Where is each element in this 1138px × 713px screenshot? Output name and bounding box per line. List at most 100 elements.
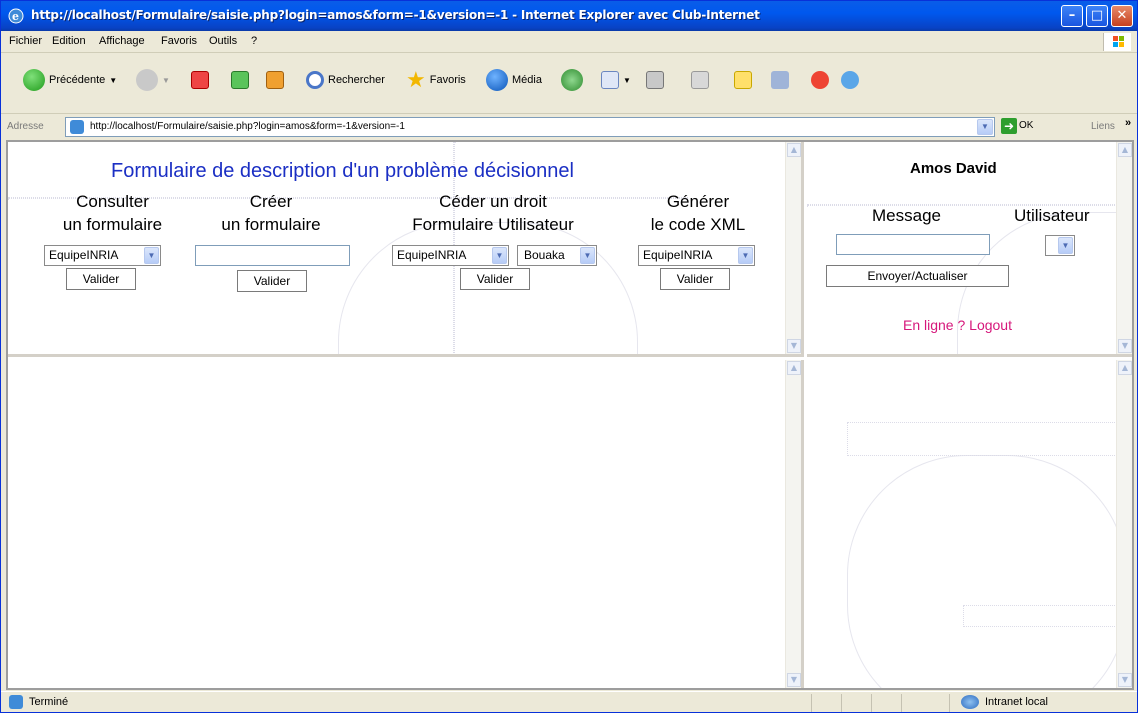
- menu-edition[interactable]: Edition: [52, 35, 86, 47]
- cede-user-select[interactable]: Bouaka ▼: [517, 245, 597, 266]
- create-form-input[interactable]: [195, 245, 350, 266]
- generate-heading-line1: Générer: [666, 192, 730, 211]
- menu-favoris[interactable]: Favoris: [161, 35, 197, 47]
- scroll-down-icon[interactable]: ▼: [1118, 673, 1132, 687]
- media-icon: [486, 69, 508, 91]
- status-text: Terminé: [29, 696, 69, 708]
- minimize-button[interactable]: –: [1061, 5, 1083, 27]
- main-frame-scrollbar[interactable]: ▲ ▼: [785, 360, 801, 688]
- generate-validate-button[interactable]: Valider: [660, 268, 730, 290]
- generate-form-select[interactable]: EquipeINRIA ▼: [638, 245, 755, 266]
- side-frame: ▲ ▼: [807, 360, 1132, 688]
- consult-validate-button[interactable]: Valider: [66, 268, 136, 290]
- cede-heading-line2: Formulaire Utilisateur: [412, 215, 574, 234]
- messenger-button[interactable]: [811, 67, 829, 93]
- chevron-down-icon: ▼: [580, 247, 595, 264]
- back-label: Précédente: [49, 74, 106, 86]
- background-arc: [847, 455, 1127, 688]
- frameset: Formulaire de description d'un problème …: [6, 140, 1134, 690]
- close-button[interactable]: ✕: [1111, 5, 1133, 27]
- consult-form-select-value: EquipeINRIA: [49, 248, 119, 262]
- chevron-down-icon: ▼: [162, 75, 170, 85]
- links-label[interactable]: Liens: [1091, 121, 1115, 132]
- chevron-down-icon: ▼: [738, 247, 753, 264]
- menu-affichage[interactable]: Affichage: [99, 35, 145, 47]
- home-button[interactable]: [266, 67, 284, 93]
- refresh-button[interactable]: [231, 67, 249, 93]
- stop-button[interactable]: [191, 67, 209, 93]
- background-line: [847, 422, 1117, 456]
- menu-outils[interactable]: Outils: [209, 35, 237, 47]
- send-refresh-button[interactable]: Envoyer/Actualiser: [826, 265, 1009, 287]
- user-label: Utilisateur: [1014, 206, 1090, 225]
- history-button[interactable]: [561, 67, 583, 93]
- print-button[interactable]: [646, 67, 664, 93]
- mail-button[interactable]: ▼: [601, 67, 631, 93]
- forward-button[interactable]: ▼: [136, 67, 170, 93]
- notes-button[interactable]: [734, 67, 752, 93]
- online-logout-link[interactable]: En ligne ? Logout: [903, 317, 1012, 333]
- menu-fichier[interactable]: Fichier: [9, 35, 42, 47]
- cede-form-select-value: EquipeINRIA: [397, 248, 467, 262]
- window-title: http://localhost/Formulaire/saisie.php?l…: [31, 8, 760, 22]
- scroll-down-icon[interactable]: ▼: [787, 339, 801, 353]
- maximize-button[interactable]: □: [1086, 5, 1108, 27]
- status-divider: [841, 694, 842, 712]
- consult-form-select[interactable]: EquipeINRIA ▼: [44, 245, 161, 266]
- cede-user-select-value: Bouaka: [524, 248, 565, 262]
- search-button[interactable]: Rechercher: [306, 67, 385, 93]
- stop-icon: [191, 71, 209, 89]
- form-frame-scrollbar[interactable]: ▲ ▼: [785, 142, 801, 354]
- generate-form-select-value: EquipeINRIA: [643, 248, 713, 262]
- main-frame: ▲ ▼: [8, 360, 804, 688]
- cede-form-select[interactable]: EquipeINRIA ▼: [392, 245, 509, 266]
- address-label: Adresse: [7, 121, 44, 132]
- scroll-up-icon[interactable]: ▲: [787, 361, 801, 375]
- contacts-button[interactable]: [841, 67, 859, 93]
- home-icon: [266, 71, 284, 89]
- form-frame: Formulaire de description d'un problème …: [8, 142, 804, 357]
- research-icon: [771, 71, 789, 89]
- scroll-up-icon[interactable]: ▲: [1118, 143, 1132, 157]
- scroll-up-icon[interactable]: ▲: [787, 143, 801, 157]
- back-button[interactable]: Précédente ▼: [23, 67, 117, 93]
- create-validate-button[interactable]: Valider: [237, 270, 307, 292]
- user-select[interactable]: ▼: [1045, 235, 1075, 256]
- form-title: Formulaire de description d'un problème …: [111, 160, 574, 182]
- svg-text:e: e: [12, 10, 19, 23]
- address-input[interactable]: http://localhost/Formulaire/saisie.php?l…: [65, 117, 995, 137]
- chevron-right-icon[interactable]: »: [1125, 117, 1131, 129]
- favorites-label: Favoris: [429, 74, 466, 86]
- consult-heading-line2: un formulaire: [62, 215, 163, 234]
- cede-heading: Céder un droit Formulaire Utilisateur: [393, 190, 593, 236]
- scroll-down-icon[interactable]: ▼: [787, 673, 801, 687]
- chevron-down-icon: ▼: [1058, 237, 1073, 254]
- cede-validate-button[interactable]: Valider: [460, 268, 530, 290]
- generate-heading-line2: le code XML: [650, 215, 746, 234]
- title-bar: e http://localhost/Formulaire/saisie.php…: [1, 1, 1137, 31]
- star-icon: ★: [406, 67, 426, 92]
- scroll-up-icon[interactable]: ▲: [1118, 361, 1132, 375]
- menu-help[interactable]: ?: [251, 35, 257, 47]
- back-arrow-icon: [23, 69, 45, 91]
- status-divider: [811, 694, 812, 712]
- favorites-button[interactable]: ★ Favoris: [406, 67, 466, 93]
- go-button[interactable]: OK: [1019, 120, 1033, 131]
- chevron-down-icon: ▼: [109, 75, 118, 85]
- chat-frame-scrollbar[interactable]: ▲ ▼: [1116, 142, 1132, 354]
- address-url: http://localhost/Formulaire/saisie.php?l…: [90, 121, 405, 132]
- create-heading-line2: un formulaire: [221, 215, 321, 234]
- message-input[interactable]: [836, 234, 990, 255]
- scroll-down-icon[interactable]: ▼: [1118, 339, 1132, 353]
- media-button[interactable]: Média: [486, 67, 542, 93]
- contacts-icon: [841, 71, 859, 89]
- research-button[interactable]: [771, 67, 789, 93]
- edit-button[interactable]: [691, 67, 709, 93]
- chevron-down-icon[interactable]: ▼: [977, 119, 993, 135]
- status-divider: [901, 694, 902, 712]
- side-frame-scrollbar[interactable]: ▲ ▼: [1116, 360, 1132, 688]
- history-icon: [561, 69, 583, 91]
- note-icon: [734, 71, 752, 89]
- go-arrow-icon[interactable]: ➜: [1001, 118, 1017, 134]
- chat-user-name: Amos David: [910, 160, 997, 177]
